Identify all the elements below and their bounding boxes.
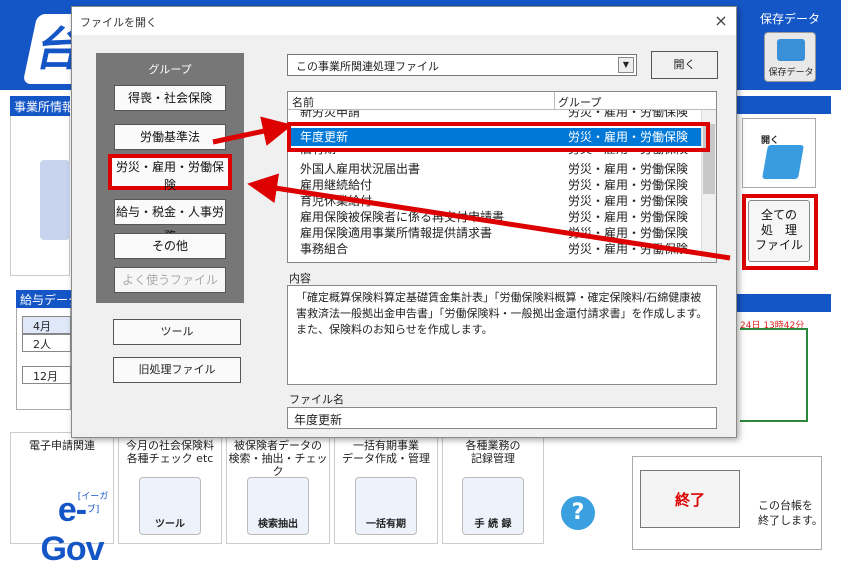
egov-tag: [イーガブ] — [77, 492, 109, 515]
file-list[interactable]: 名前 グループ 新労災申請 労災・雇用・労働保険 年度更新 労災・雇用・労働保険… — [287, 91, 717, 263]
open-button[interactable]: 開く — [651, 51, 718, 79]
tile-title: 今月の社会保険料 各種チェック etc — [126, 439, 214, 465]
tile-e-filing[interactable]: 電子申請関連 e-Gov [イーガブ] — [10, 432, 114, 568]
group-button-labor-insurance[interactable]: 労災・雇用・労働保険 — [108, 154, 232, 192]
tile-title: 一括有期事業 データ作成・管理 — [342, 439, 430, 465]
file-group: 労災・雇用・労働保険 — [568, 162, 689, 176]
exit-description-line-2: 終了します。 — [758, 514, 823, 527]
tools-icon: ツール — [139, 477, 201, 535]
tile-pic-label: 一括有期 — [366, 519, 406, 530]
file-row[interactable]: 育児休業給付 労災・雇用・労働保険 — [288, 194, 702, 209]
group-button-other[interactable]: その他 — [114, 233, 226, 259]
group-button-labor-standards[interactable]: 労働基準法 — [114, 124, 226, 150]
help-icon[interactable]: ? — [561, 496, 595, 530]
highlight-box-selected-row — [287, 122, 710, 152]
file-group: 労災・雇用・労働保険 — [568, 194, 689, 208]
tile-records[interactable]: 各種業務の 記録管理 手 続 録 — [442, 432, 544, 544]
tools-button[interactable]: ツール — [113, 319, 241, 345]
file-group: 労災・雇用・労働保険 — [568, 110, 689, 119]
save-data-button-label: 保存データ — [768, 68, 814, 78]
dialog-titlebar — [72, 7, 736, 35]
salary-month-cell[interactable]: 4月 — [22, 316, 71, 334]
calendar-grid — [740, 328, 808, 422]
chevron-down-icon[interactable]: ▼ — [618, 57, 634, 73]
exit-description-line-1: この台帳を — [758, 499, 813, 512]
group-panel: グループ 得喪・社会保険 労働基準法 労災・雇用・労働保険 給与・税金・人事労務… — [96, 53, 244, 303]
file-type-select[interactable]: この事業所関連処理ファイル ▼ — [287, 54, 637, 76]
magnifier-icon: 検索抽出 — [247, 477, 309, 535]
save-data-button[interactable]: 保存データ — [764, 32, 816, 82]
salary-count-cell: 2人 — [22, 334, 71, 352]
file-row[interactable]: 雇用保険適用事業所情報提供請求書 労災・雇用・労働保険 — [288, 226, 702, 241]
tile-title: 各種業務の 記録管理 — [465, 439, 521, 465]
file-row[interactable]: 事務組合 労災・雇用・労働保険 — [288, 242, 702, 257]
save-data-label: 保存データ — [760, 12, 821, 26]
file-group: 労災・雇用・労働保険 — [568, 226, 689, 240]
file-name: 育児休業給付 — [300, 194, 373, 208]
file-row[interactable]: 外国人雇用状況届出書 労災・雇用・労働保険 — [288, 162, 702, 177]
file-group: 労災・雇用・労働保険 — [568, 210, 689, 224]
description-text: 「確定概算保険料算定基礎賃金集計表」「労働保険料概算・確定保険料/石綿健康被害救… — [287, 285, 717, 385]
close-icon[interactable]: × — [710, 11, 732, 31]
folder-icon — [762, 145, 804, 179]
file-type-select-value: この事業所関連処理ファイル — [296, 60, 439, 73]
file-row[interactable]: 雇用継続給付 労災・雇用・労働保険 — [288, 178, 702, 193]
salary-month-cell-2[interactable]: 12月 — [22, 366, 71, 384]
exit-description: この台帳を 終了します。 — [758, 498, 823, 528]
file-row[interactable]: 新労災申請 労災・雇用・労働保険 — [288, 110, 702, 120]
file-list-header: 名前 グループ — [288, 92, 716, 110]
description-label: 内容 — [289, 272, 311, 285]
tile-search-extract[interactable]: 被保険者データの 検索・抽出・チェック 検索抽出 — [226, 432, 330, 544]
right-panel-header — [737, 96, 831, 114]
tile-pic-label: ツール — [155, 519, 185, 530]
file-group: 労災・雇用・労働保険 — [568, 242, 689, 256]
group-button-social-insurance[interactable]: 得喪・社会保険 — [114, 85, 226, 111]
file-name: 新労災申請 — [300, 110, 361, 119]
salary-panel-title: 給与データ — [16, 290, 71, 308]
handshake-icon: 手 続 録 — [462, 477, 524, 535]
briefcase-icon — [777, 39, 805, 61]
column-header-name[interactable]: 名前 — [292, 94, 314, 110]
file-row[interactable]: 雇用保険被保険者に係る再交付申請書 労災・雇用・労働保険 — [288, 210, 702, 225]
tile-pic-label: 検索抽出 — [258, 519, 298, 530]
old-files-button[interactable]: 旧処理ファイル — [113, 357, 241, 383]
open-file-button[interactable]: 開く — [742, 118, 816, 188]
dialog-title: ファイルを開く — [80, 16, 157, 29]
tile-lump-sum[interactable]: 一括有期事業 データ作成・管理 一括有期 — [334, 432, 438, 544]
company-icon[interactable] — [40, 160, 70, 240]
column-header-group[interactable]: グループ — [558, 94, 601, 110]
tile-tools[interactable]: 今月の社会保険料 各種チェック etc ツール — [118, 432, 222, 544]
group-panel-title: グループ — [148, 63, 192, 76]
file-name: 事務組合 — [300, 242, 349, 256]
calendar-panel-header — [737, 294, 831, 312]
group-button-payroll-tax[interactable]: 給与・税金・人事労務 — [114, 199, 226, 243]
highlight-box-all-files — [742, 194, 818, 270]
filename-label: ファイル名 — [289, 393, 344, 406]
tile-title: 電子申請関連 — [29, 439, 95, 452]
group-button-favorites: よく使うファイル — [114, 267, 226, 293]
filename-field[interactable]: 年度更新 — [287, 407, 717, 429]
exit-button[interactable]: 終了 — [640, 470, 740, 528]
file-name: 雇用保険適用事業所情報提供請求書 — [300, 226, 493, 240]
office-info-title: 事業所情報 — [10, 96, 70, 116]
file-name: 雇用保険被保険者に係る再交付申請書 — [300, 210, 505, 224]
file-group: 労災・雇用・労働保険 — [568, 178, 689, 192]
file-name: 雇用継続給付 — [300, 178, 373, 192]
open-file-dialog: ファイルを開く × グループ 得喪・社会保険 労働基準法 労災・雇用・労働保険 … — [71, 6, 737, 438]
tile-pic-label: 手 続 録 — [474, 519, 512, 530]
tools-hammer-icon: 一括有期 — [355, 477, 417, 535]
tile-title: 被保険者データの 検索・抽出・チェック — [228, 439, 328, 478]
file-name: 外国人雇用状況届出書 — [300, 162, 421, 176]
column-divider[interactable] — [554, 92, 555, 110]
